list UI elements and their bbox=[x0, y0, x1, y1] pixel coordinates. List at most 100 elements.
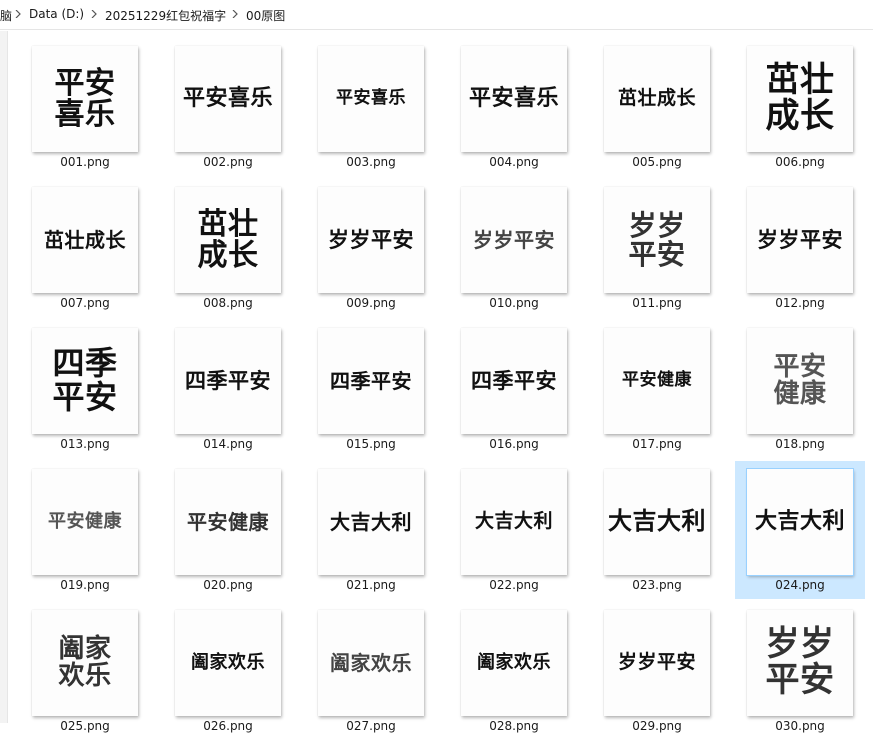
file-item[interactable]: 平安喜乐 004.png bbox=[449, 38, 579, 176]
breadcrumb-item-drive[interactable]: Data (D:) bbox=[29, 7, 84, 21]
file-item[interactable]: 岁岁平安 010.png bbox=[449, 179, 579, 317]
file-name-label: 029.png bbox=[632, 719, 682, 733]
file-thumbnail[interactable]: 平安 喜乐 bbox=[32, 46, 138, 152]
file-item[interactable]: 茁壮 成长 008.png bbox=[163, 179, 293, 317]
file-thumbnail[interactable]: 大吉大利 bbox=[461, 469, 567, 575]
file-thumbnail[interactable]: 平安健康 bbox=[32, 469, 138, 575]
file-name-label: 019.png bbox=[60, 578, 110, 592]
file-name-label: 018.png bbox=[775, 437, 825, 451]
breadcrumb-root[interactable]: 脑 bbox=[0, 7, 12, 24]
chevron-right-icon[interactable] bbox=[229, 6, 241, 22]
file-name-label: 009.png bbox=[346, 296, 396, 310]
chevron-right-icon[interactable] bbox=[88, 6, 100, 22]
file-item[interactable]: 岁岁平安 012.png bbox=[735, 179, 865, 317]
file-item[interactable]: 大吉大利 024.png bbox=[735, 461, 865, 599]
file-thumbnail[interactable]: 平安喜乐 bbox=[461, 46, 567, 152]
file-item[interactable]: 平安健康 020.png bbox=[163, 461, 293, 599]
file-item[interactable]: 岁岁 平安 011.png bbox=[592, 179, 722, 317]
file-item[interactable]: 阖家欢乐 028.png bbox=[449, 602, 579, 740]
file-name-label: 025.png bbox=[60, 719, 110, 733]
file-item[interactable]: 平安健康 017.png bbox=[592, 320, 722, 458]
thumbnail-text: 平安健康 bbox=[622, 370, 692, 391]
file-thumbnail[interactable]: 平安喜乐 bbox=[318, 46, 424, 152]
file-name-label: 023.png bbox=[632, 578, 682, 592]
file-item[interactable]: 平安喜乐 002.png bbox=[163, 38, 293, 176]
file-name-label: 022.png bbox=[489, 578, 539, 592]
file-thumbnail[interactable]: 平安健康 bbox=[604, 328, 710, 434]
file-thumbnail[interactable]: 平安喜乐 bbox=[175, 46, 281, 152]
file-item[interactable]: 阖家欢乐 026.png bbox=[163, 602, 293, 740]
thumbnail-text: 阖家 欢乐 bbox=[58, 633, 112, 691]
file-item[interactable]: 岁岁 平安 030.png bbox=[735, 602, 865, 740]
file-thumbnail[interactable]: 四季平安 bbox=[175, 328, 281, 434]
thumbnail-text: 阖家欢乐 bbox=[330, 650, 412, 675]
file-thumbnail[interactable]: 大吉大利 bbox=[318, 469, 424, 575]
thumbnail-text: 岁岁平安 bbox=[473, 227, 555, 252]
breadcrumb-item-folder[interactable]: 20251229红包祝福字 bbox=[105, 7, 226, 24]
file-thumbnail[interactable]: 阖家欢乐 bbox=[175, 610, 281, 716]
thumbnail-text: 大吉大利 bbox=[754, 509, 845, 535]
file-thumbnail[interactable]: 岁岁平安 bbox=[461, 187, 567, 293]
thumbnail-text: 平安健康 bbox=[48, 510, 122, 532]
file-item[interactable]: 茁壮成长 005.png bbox=[592, 38, 722, 176]
file-item[interactable]: 茁壮成长 007.png bbox=[20, 179, 150, 317]
file-item[interactable]: 阖家欢乐 027.png bbox=[306, 602, 436, 740]
file-item[interactable]: 大吉大利 023.png bbox=[592, 461, 722, 599]
chevron-right-icon[interactable] bbox=[12, 6, 24, 22]
file-item[interactable]: 平安喜乐 003.png bbox=[306, 38, 436, 176]
file-item[interactable]: 岁岁平安 009.png bbox=[306, 179, 436, 317]
file-item[interactable]: 四季平安 015.png bbox=[306, 320, 436, 458]
file-thumbnail[interactable]: 大吉大利 bbox=[604, 469, 710, 575]
file-thumbnail[interactable]: 茁壮成长 bbox=[32, 187, 138, 293]
file-item[interactable]: 大吉大利 021.png bbox=[306, 461, 436, 599]
file-thumbnail[interactable]: 茁壮 成长 bbox=[747, 46, 853, 152]
file-thumbnail[interactable]: 岁岁平安 bbox=[318, 187, 424, 293]
file-thumbnail[interactable]: 岁岁平安 bbox=[747, 187, 853, 293]
file-thumbnail[interactable]: 茁壮成长 bbox=[604, 46, 710, 152]
file-item[interactable]: 平安健康 019.png bbox=[20, 461, 150, 599]
file-item[interactable]: 茁壮 成长 006.png bbox=[735, 38, 865, 176]
file-item[interactable]: 平安 健康 018.png bbox=[735, 320, 865, 458]
thumbnail-text: 平安 喜乐 bbox=[54, 65, 116, 132]
file-item[interactable]: 岁岁平安 029.png bbox=[592, 602, 722, 740]
file-thumbnail[interactable]: 四季平安 bbox=[461, 328, 567, 434]
thumbnail-text: 茁壮成长 bbox=[44, 227, 126, 252]
file-item[interactable]: 四季平安 016.png bbox=[449, 320, 579, 458]
file-thumbnail[interactable]: 平安 健康 bbox=[747, 328, 853, 434]
file-thumbnail[interactable]: 岁岁 平安 bbox=[604, 187, 710, 293]
file-name-label: 027.png bbox=[346, 719, 396, 733]
file-item[interactable]: 阖家 欢乐 025.png bbox=[20, 602, 150, 740]
file-thumbnail[interactable]: 阖家欢乐 bbox=[461, 610, 567, 716]
file-thumbnail[interactable]: 茁壮 成长 bbox=[175, 187, 281, 293]
thumbnail-text: 阖家欢乐 bbox=[477, 651, 551, 673]
file-item[interactable]: 四季 平安 013.png bbox=[20, 320, 150, 458]
file-name-label: 007.png bbox=[60, 296, 110, 310]
file-item[interactable]: 平安 喜乐 001.png bbox=[20, 38, 150, 176]
breadcrumb-item-current[interactable]: 00原图 bbox=[246, 7, 285, 24]
file-thumbnail[interactable]: 四季平安 bbox=[318, 328, 424, 434]
file-name-label: 028.png bbox=[489, 719, 539, 733]
file-thumbnail[interactable]: 大吉大利 bbox=[746, 468, 854, 576]
file-thumbnail[interactable]: 岁岁平安 bbox=[604, 610, 710, 716]
file-name-label: 010.png bbox=[489, 296, 539, 310]
thumbnail-text: 大吉大利 bbox=[608, 507, 706, 536]
file-thumbnail[interactable]: 平安健康 bbox=[175, 469, 281, 575]
file-name-label: 012.png bbox=[775, 296, 825, 310]
breadcrumb: 脑 Data (D:) 20251229红包祝福字 00原图 bbox=[0, 0, 873, 30]
file-thumbnail[interactable]: 四季 平安 bbox=[32, 328, 138, 434]
thumbnail-text: 平安喜乐 bbox=[182, 86, 273, 112]
file-name-label: 015.png bbox=[346, 437, 396, 451]
file-item[interactable]: 四季平安 014.png bbox=[163, 320, 293, 458]
file-thumbnail[interactable]: 阖家欢乐 bbox=[318, 610, 424, 716]
thumbnail-text: 平安喜乐 bbox=[468, 86, 559, 112]
file-name-label: 004.png bbox=[489, 155, 539, 169]
thumbnail-text: 茁壮 成长 bbox=[197, 206, 259, 273]
scrollbar[interactable] bbox=[0, 31, 8, 723]
file-item[interactable]: 大吉大利 022.png bbox=[449, 461, 579, 599]
file-name-label: 020.png bbox=[203, 578, 253, 592]
file-thumbnail[interactable]: 岁岁 平安 bbox=[747, 610, 853, 716]
file-name-label: 016.png bbox=[489, 437, 539, 451]
thumbnail-text: 平安 健康 bbox=[773, 351, 827, 409]
file-name-label: 013.png bbox=[60, 437, 110, 451]
file-thumbnail[interactable]: 阖家 欢乐 bbox=[32, 610, 138, 716]
